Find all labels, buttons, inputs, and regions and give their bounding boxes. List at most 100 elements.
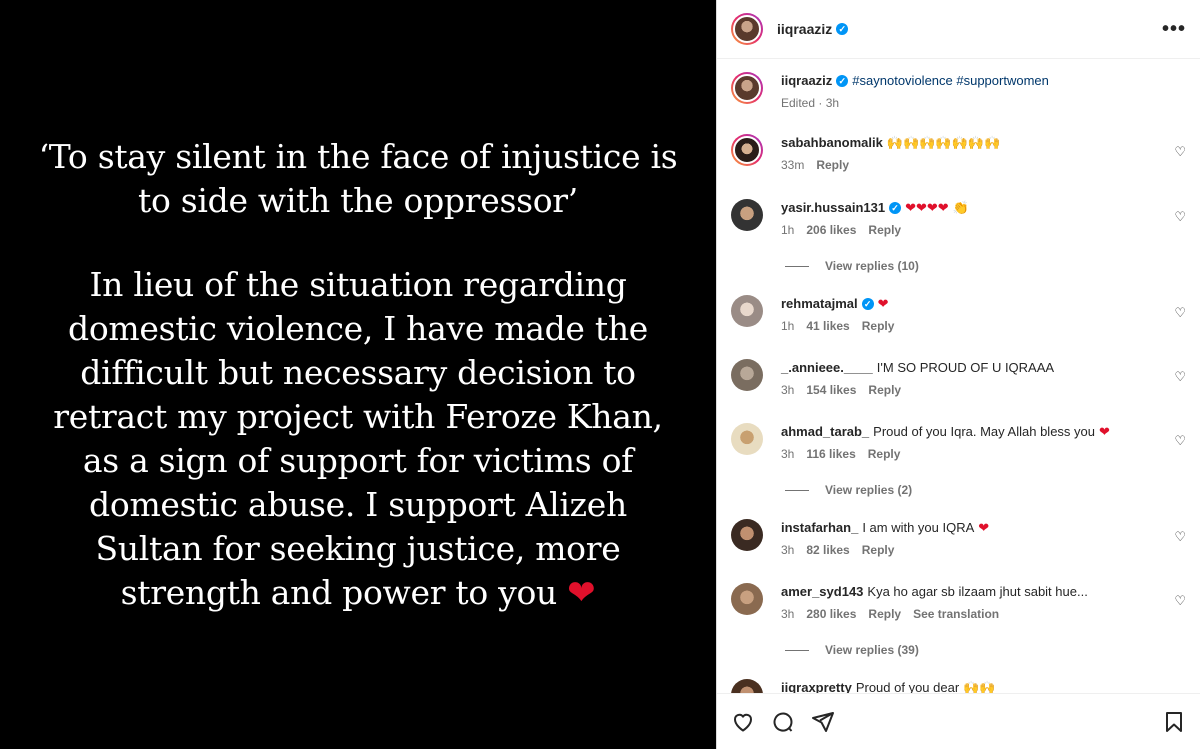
comment-item: iiqraxpretty Proud of you dear 🙌🙌 bbox=[731, 679, 1186, 693]
comment-item: _.annieee.____ I'M SO PROUD OF U IQRAAA … bbox=[731, 359, 1186, 399]
clapping-hands-emoji: 🙌🙌 bbox=[963, 680, 996, 693]
heart-emoji: ❤❤❤❤ bbox=[905, 200, 949, 215]
small-heart-icon[interactable]: ♡ bbox=[1174, 529, 1186, 545]
comment-likes[interactable]: 41 likes bbox=[806, 317, 849, 335]
comment-time: 33m bbox=[781, 158, 805, 172]
view-replies-button[interactable]: View replies (39) bbox=[785, 643, 919, 657]
comment-likes[interactable]: 206 likes bbox=[806, 221, 856, 239]
story-quote-line: ‘To stay silent in the face of injustice… bbox=[38, 136, 678, 176]
story-body-line: strength and power to you ❤ bbox=[120, 572, 596, 613]
comment-item: ahmad_tarab_ Proud of you Iqra. May Alla… bbox=[731, 423, 1186, 463]
story-body-line: domestic violence, I have made the bbox=[68, 308, 648, 348]
send-icon[interactable] bbox=[811, 710, 835, 734]
comment-username[interactable]: _.annieee.____ bbox=[781, 359, 873, 377]
avatar[interactable] bbox=[731, 359, 763, 391]
small-heart-icon[interactable]: ♡ bbox=[1174, 209, 1186, 225]
comment-icon[interactable] bbox=[771, 710, 795, 734]
small-heart-icon[interactable]: ♡ bbox=[1174, 144, 1186, 160]
comment-time: 3h bbox=[781, 543, 795, 557]
clapping-emoji: 👏 bbox=[952, 200, 969, 215]
comment-likes[interactable]: 280 likes bbox=[806, 605, 856, 623]
see-translation-button[interactable]: See translation bbox=[913, 605, 999, 623]
avatar[interactable] bbox=[731, 134, 763, 166]
avatar[interactable] bbox=[731, 583, 763, 615]
story-body-line: as a sign of support for victims of bbox=[82, 440, 634, 480]
avatar[interactable] bbox=[731, 199, 763, 231]
comment-username[interactable]: yasir.hussain131 bbox=[781, 199, 885, 217]
story-text: ‘To stay silent in the face of injustice… bbox=[39, 135, 678, 615]
reply-button[interactable]: Reply bbox=[868, 381, 901, 399]
caption-meta: Edited · 3h bbox=[781, 96, 840, 110]
reply-button[interactable]: Reply bbox=[868, 445, 901, 463]
caption-hashtags[interactable]: #saynotoviolence #supportwomen bbox=[852, 72, 1049, 90]
comment-username[interactable]: sabahbanomalik bbox=[781, 134, 883, 152]
comment-username[interactable]: iiqraxpretty bbox=[781, 679, 852, 693]
story-body-line: Sultan for seeking justice, more bbox=[95, 528, 621, 568]
reply-button[interactable]: Reply bbox=[816, 156, 849, 174]
view-replies-button[interactable]: View replies (2) bbox=[785, 483, 912, 497]
action-bar bbox=[717, 693, 1200, 749]
comment-time: 3h bbox=[781, 383, 795, 397]
comment-time: 1h bbox=[781, 223, 795, 237]
story-quote-line: to side with the oppressor’ bbox=[138, 180, 578, 220]
small-heart-icon[interactable]: ♡ bbox=[1174, 369, 1186, 385]
small-heart-icon[interactable]: ♡ bbox=[1174, 305, 1186, 321]
heart-emoji: ❤ bbox=[1099, 424, 1110, 439]
comment-item: rehmatajmal ✓ ❤ 1h 41 likes Reply ♡ bbox=[731, 295, 1186, 335]
comment-username[interactable]: amer_syd143 bbox=[781, 583, 863, 601]
story-body-line: retract my project with Feroze Khan, bbox=[53, 396, 663, 436]
comment-time: 3h bbox=[781, 447, 795, 461]
comment-item: sabahbanomalik 🙌🙌🙌🙌🙌🙌🙌 33m Reply ♡ bbox=[731, 134, 1186, 174]
post-side-panel: iiqraaziz ✓ ••• iiqraaziz ✓ #saynotoviol… bbox=[716, 0, 1200, 749]
verified-icon: ✓ bbox=[836, 75, 849, 87]
clapping-hands-emoji: 🙌🙌🙌🙌🙌🙌🙌 bbox=[886, 135, 1001, 150]
small-heart-icon[interactable]: ♡ bbox=[1174, 433, 1186, 449]
bookmark-icon[interactable] bbox=[1162, 710, 1186, 734]
verified-icon: ✓ bbox=[889, 202, 902, 214]
reply-button[interactable]: Reply bbox=[862, 317, 895, 335]
comment-username[interactable]: rehmatajmal bbox=[781, 295, 858, 313]
post-image: ‘To stay silent in the face of injustice… bbox=[0, 0, 716, 749]
comment-username[interactable]: instafarhan_ bbox=[781, 519, 858, 537]
caption-username[interactable]: iiqraaziz bbox=[781, 72, 832, 90]
caption: iiqraaziz ✓ #saynotoviolence #supportwom… bbox=[731, 72, 1186, 112]
heart-emoji: ❤ bbox=[567, 572, 596, 613]
avatar[interactable] bbox=[731, 519, 763, 551]
story-body-line: difficult but necessary decision to bbox=[80, 352, 636, 392]
comment-text: I am with you IQRA bbox=[862, 520, 975, 535]
comment-text: Proud of you Iqra. May Allah bless you bbox=[873, 424, 1096, 439]
small-heart-icon[interactable]: ♡ bbox=[1174, 593, 1186, 609]
heart-emoji: ❤ bbox=[978, 520, 990, 535]
comment-likes[interactable]: 154 likes bbox=[806, 381, 856, 399]
comment-text: Proud of you dear bbox=[855, 680, 960, 693]
comment-time: 1h bbox=[781, 319, 795, 333]
avatar[interactable] bbox=[731, 295, 763, 327]
verified-icon: ✓ bbox=[861, 298, 874, 310]
comment-text: I'M SO PROUD OF U IQRAAA bbox=[876, 360, 1055, 375]
reply-button[interactable]: Reply bbox=[868, 221, 901, 239]
story-body-line: domestic abuse. I support Alizeh bbox=[89, 484, 627, 524]
reply-button[interactable]: Reply bbox=[862, 541, 895, 559]
story-body-line: In lieu of the situation regarding bbox=[89, 264, 627, 304]
comment-item: amer_syd143 Kya ho agar sb ilzaam jhut s… bbox=[731, 583, 1186, 623]
verified-icon: ✓ bbox=[836, 23, 849, 35]
view-replies-button[interactable]: View replies (10) bbox=[785, 259, 919, 273]
comments-list[interactable]: iiqraaziz ✓ #saynotoviolence #supportwom… bbox=[717, 59, 1200, 693]
more-options-icon[interactable]: ••• bbox=[1162, 18, 1186, 41]
post-header: iiqraaziz ✓ ••• bbox=[717, 0, 1200, 59]
avatar[interactable] bbox=[731, 679, 763, 693]
comment-likes[interactable]: 82 likes bbox=[806, 541, 849, 559]
comment-item: instafarhan_ I am with you IQRA ❤ 3h 82 … bbox=[731, 519, 1186, 559]
comment-likes[interactable]: 116 likes bbox=[806, 445, 855, 463]
heart-outline-icon[interactable] bbox=[731, 710, 755, 734]
comment-text: Kya ho agar sb ilzaam jhut sabit hue... bbox=[867, 584, 1088, 599]
comment-item: yasir.hussain131 ✓ ❤❤❤❤ 👏 1h 206 likes R… bbox=[731, 199, 1186, 239]
avatar[interactable] bbox=[731, 423, 763, 455]
comment-username[interactable]: ahmad_tarab_ bbox=[781, 423, 869, 441]
avatar[interactable] bbox=[731, 13, 763, 45]
header-username[interactable]: iiqraaziz bbox=[777, 21, 832, 37]
comment-time: 3h bbox=[781, 607, 795, 621]
heart-emoji: ❤ bbox=[877, 296, 889, 311]
reply-button[interactable]: Reply bbox=[868, 605, 901, 623]
avatar[interactable] bbox=[731, 72, 763, 104]
